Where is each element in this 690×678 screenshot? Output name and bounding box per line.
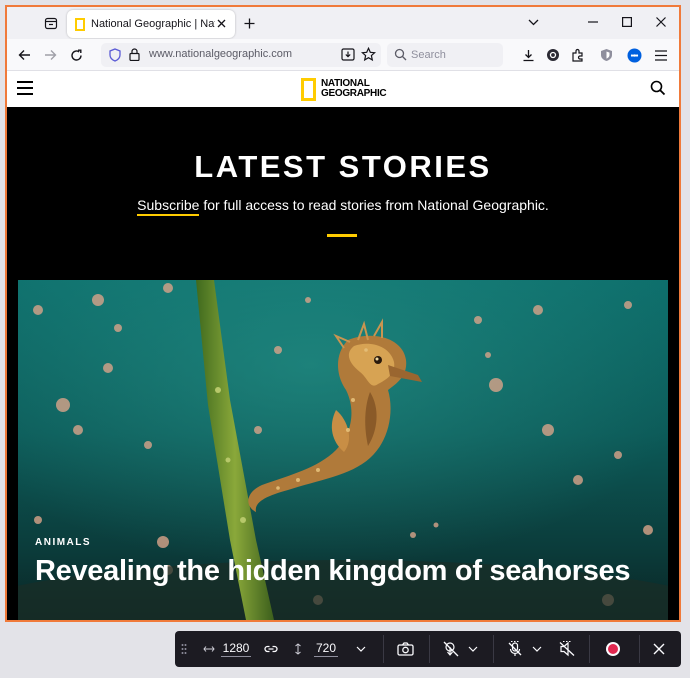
screenshot-camera-icon[interactable]: [393, 631, 417, 667]
tab-title: National Geographic | National Geographi…: [91, 18, 215, 30]
logo-line-2: GEOGRAPHIC: [321, 88, 387, 99]
close-responsive-mode-icon[interactable]: [647, 631, 671, 667]
url-text[interactable]: www.nationalgeographic.com: [149, 48, 292, 60]
latest-stories-heading: LATEST STORIES: [194, 149, 492, 184]
bookmark-star-icon[interactable]: [360, 46, 377, 67]
maximize-icon[interactable]: [619, 14, 635, 30]
speaker-muted-icon[interactable]: [555, 631, 579, 667]
list-all-tabs-icon[interactable]: [41, 13, 61, 33]
nat-geo-logo[interactable]: NATIONAL GEOGRAPHIC: [301, 76, 387, 102]
yellow-border-logo-icon: [301, 77, 316, 101]
viewport-width-input[interactable]: 1280: [217, 631, 255, 667]
back-arrow-icon[interactable]: [15, 46, 33, 64]
device-dropdown-chevron-icon[interactable]: [353, 631, 369, 667]
record-button-icon[interactable]: [601, 631, 625, 667]
microphone-options-chevron-icon[interactable]: [529, 631, 545, 667]
close-tab-icon[interactable]: [214, 16, 228, 30]
site-header: NATIONAL GEOGRAPHIC: [7, 71, 679, 107]
toolbar-divider: [383, 635, 384, 663]
subscribe-prompt-text: for full access to read stories from Nat…: [199, 197, 549, 213]
app-menu-icon[interactable]: [652, 46, 670, 64]
touch-simulation-off-icon[interactable]: [439, 631, 463, 667]
lock-icon[interactable]: [129, 48, 140, 66]
new-tab-plus-icon[interactable]: [241, 15, 257, 31]
search-placeholder[interactable]: Search: [411, 49, 446, 61]
width-arrows-icon: [201, 631, 217, 667]
toolbar-divider: [493, 635, 494, 663]
logo-wordmark: NATIONAL GEOGRAPHIC: [321, 79, 387, 99]
viewport-height-value[interactable]: 720: [313, 641, 339, 657]
minimize-icon[interactable]: [585, 14, 601, 30]
drag-handle-icon[interactable]: [177, 631, 191, 667]
toolbar-divider: [639, 635, 640, 663]
nat-geo-favicon-icon: [75, 17, 85, 31]
navigation-toolbar: www.nationalgeographic.com Search: [7, 39, 679, 71]
privacy-shield-extension-icon[interactable]: [597, 46, 615, 64]
tracking-shield-icon[interactable]: [109, 48, 121, 67]
forward-arrow-icon[interactable]: [41, 46, 59, 64]
url-bar[interactable]: www.nationalgeographic.com: [101, 43, 381, 67]
reload-icon[interactable]: [67, 46, 85, 64]
web-page: NATIONAL GEOGRAPHIC LATEST STORIES Subsc…: [7, 71, 679, 620]
search-bar[interactable]: Search: [387, 43, 503, 67]
account-icon[interactable]: [544, 46, 562, 64]
search-icon: [394, 48, 407, 66]
close-window-icon[interactable]: [653, 14, 669, 30]
story-category[interactable]: ANIMALS: [35, 537, 91, 548]
yellow-divider: [327, 234, 357, 237]
subscribe-prompt: Subscribe for full access to read storie…: [7, 197, 679, 216]
downloads-icon[interactable]: [519, 46, 537, 64]
toolbar-divider: [429, 635, 430, 663]
infinity-extension-icon[interactable]: [625, 46, 643, 64]
extensions-puzzle-icon[interactable]: [569, 46, 587, 64]
responsive-design-toolbar: 1280 720: [175, 631, 681, 667]
site-menu-hamburger-icon[interactable]: [17, 81, 33, 95]
subscribe-link[interactable]: Subscribe: [137, 197, 200, 216]
toolbar-divider: [589, 635, 590, 663]
touch-options-chevron-icon[interactable]: [465, 631, 481, 667]
site-search-icon[interactable]: [650, 80, 668, 98]
tab-strip: National Geographic | National Geographi…: [7, 7, 679, 39]
tab-overflow-chevron-icon[interactable]: [525, 14, 541, 30]
link-dimensions-icon[interactable]: [261, 631, 281, 667]
tab-national-geographic[interactable]: National Geographic | National Geographi…: [67, 10, 235, 38]
viewport-width-value[interactable]: 1280: [220, 641, 252, 657]
viewport-height-input[interactable]: 720: [307, 631, 345, 667]
height-arrows-icon: [291, 631, 305, 667]
microphone-muted-icon[interactable]: [503, 631, 527, 667]
story-title[interactable]: Revealing the hidden kingdom of seahorse…: [35, 555, 631, 588]
reader-download-icon[interactable]: [341, 48, 355, 66]
browser-window: National Geographic | National Geographi…: [5, 5, 681, 622]
